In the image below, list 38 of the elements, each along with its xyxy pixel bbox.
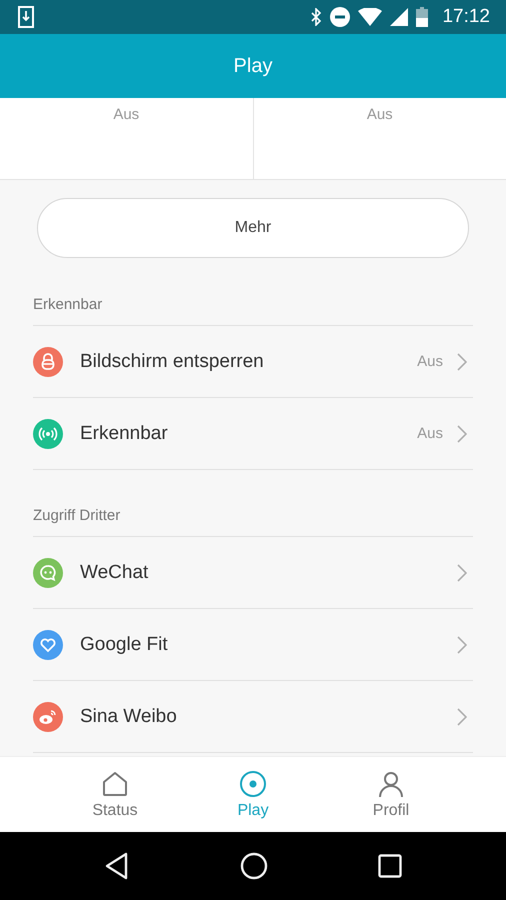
row-label: Bildschirm entsperren	[80, 350, 265, 372]
bluetooth-icon	[310, 8, 322, 26]
section-header: Erkennbar	[33, 296, 102, 313]
row-label: Erkennbar	[80, 422, 169, 444]
person-icon	[377, 770, 405, 798]
row-label: Google Fit	[80, 634, 169, 656]
home-button-icon[interactable]	[240, 852, 268, 880]
back-icon[interactable]	[104, 852, 130, 880]
settings-row[interactable]: Erkennbar Aus	[33, 398, 473, 470]
clock-time: 17:12	[442, 6, 490, 28]
row-value: Aus	[417, 353, 443, 370]
settings-row[interactable]: Bildschirm entsperren Aus	[33, 326, 473, 398]
row-label: Sina Weibo	[80, 706, 178, 728]
chevron-right-icon	[457, 424, 467, 442]
download-notification-icon	[18, 6, 34, 28]
target-icon	[239, 770, 267, 798]
chevron-right-icon	[457, 636, 467, 654]
wifi-icon	[358, 8, 382, 26]
settings-row[interactable]: WeChat	[33, 537, 473, 609]
signal-icon	[390, 8, 408, 26]
chevron-right-icon	[457, 564, 467, 582]
tile-value: Aus	[366, 106, 393, 123]
tile-value: Aus	[113, 106, 140, 123]
do-not-disturb-icon	[330, 7, 350, 27]
chevron-right-icon	[457, 352, 467, 370]
settings-row[interactable]: Sina Weibo	[33, 681, 473, 753]
screen-title: Play	[234, 54, 272, 78]
nav-tab[interactable]: Status	[66, 757, 164, 832]
battery-icon	[416, 7, 428, 27]
home-icon	[101, 770, 129, 798]
section-header: Zugriff Dritter	[33, 507, 120, 524]
row-label: WeChat	[80, 562, 150, 584]
recent-apps-icon[interactable]	[378, 854, 402, 878]
settings-row[interactable]: Google Fit	[33, 609, 473, 681]
row-value: Aus	[417, 425, 443, 442]
more-button[interactable]: Mehr	[37, 198, 469, 258]
chevron-right-icon	[457, 708, 467, 726]
nav-tab[interactable]: Profil	[342, 757, 440, 832]
